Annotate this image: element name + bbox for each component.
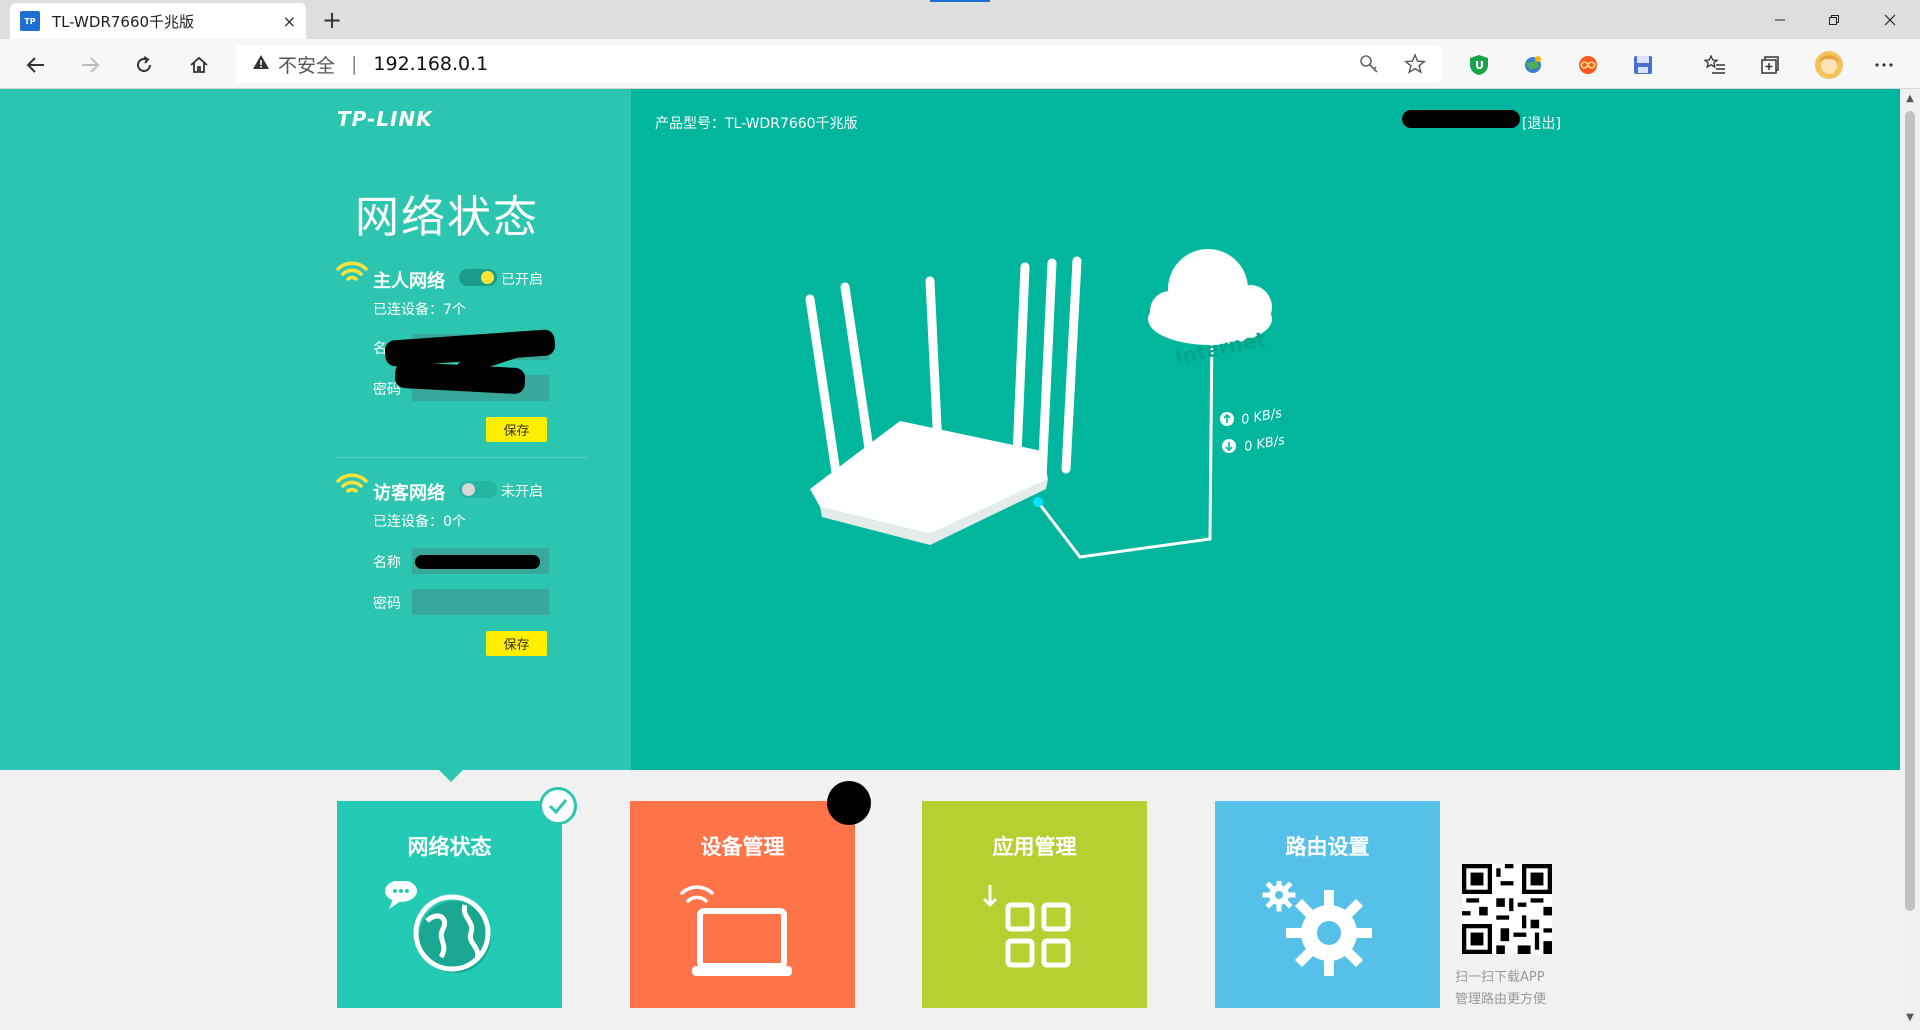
router-body bbox=[810, 421, 1048, 545]
profile-avatar[interactable] bbox=[1814, 50, 1844, 80]
main-network-toggle[interactable] bbox=[459, 269, 497, 286]
wifi-icon bbox=[336, 473, 368, 493]
download-speed-text: 0 KB/s bbox=[1243, 433, 1286, 455]
main-network-block: 主人网络 已开启 已连设备：7个 名称 密码 保存 bbox=[335, 257, 595, 447]
tplink-logo: TP-LINK bbox=[337, 107, 433, 131]
close-tab-icon[interactable]: × bbox=[283, 12, 296, 31]
logout-link[interactable]: [退出] bbox=[1522, 113, 1561, 133]
restore-button[interactable] bbox=[1806, 0, 1862, 39]
upload-speed-text: 0 KB/s bbox=[1240, 406, 1283, 428]
favorites-list-icon[interactable] bbox=[1704, 54, 1726, 76]
security-label: 不安全 bbox=[278, 54, 336, 77]
app-download-qr-code[interactable] bbox=[1462, 864, 1552, 954]
router-admin-page: TP-LINK 网络状态 主人网络 已开启 已连设备：7个 名称 密码 bbox=[0, 89, 1900, 1030]
guest-network-name: 访客网络 bbox=[373, 483, 445, 504]
loading-indicator bbox=[930, 0, 990, 2]
tile-label: 设备管理 bbox=[700, 835, 785, 859]
guest-save-button[interactable]: 保存 bbox=[486, 631, 547, 656]
tile-label: 应用管理 bbox=[992, 835, 1077, 859]
main-network-state: 已开启 bbox=[501, 272, 543, 288]
url-text[interactable]: 192.168.0.1 bbox=[373, 53, 488, 75]
laptop-wifi-icon bbox=[680, 885, 792, 976]
redacted-scribble bbox=[415, 555, 540, 569]
page-scrollbar[interactable]: ▲ ▼ bbox=[1900, 89, 1920, 1030]
globe-extension-icon[interactable] bbox=[1522, 54, 1544, 76]
tile-app-management[interactable]: 应用管理 bbox=[922, 801, 1147, 1008]
upload-speed: 0 KB/s bbox=[1220, 406, 1283, 428]
tplink-favicon-icon: TP bbox=[20, 11, 40, 31]
download-speed: 0 KB/s bbox=[1222, 433, 1286, 455]
tile-device-management[interactable]: 设备管理 bbox=[630, 801, 855, 1008]
toggle-knob bbox=[462, 483, 475, 496]
guest-network-toggle[interactable] bbox=[459, 481, 497, 498]
main-connected-count: 已连设备：7个 bbox=[373, 302, 466, 318]
svg-text:U: U bbox=[1475, 59, 1484, 72]
guest-name-label: 名称 bbox=[373, 555, 401, 571]
tile-router-settings[interactable]: 路由设置 bbox=[1215, 801, 1440, 1008]
tab-title: TL-WDR7660千兆版 bbox=[52, 12, 195, 31]
guest-network-state: 未开启 bbox=[501, 484, 543, 500]
guest-connected-count: 已连设备：0个 bbox=[373, 514, 466, 530]
tile-label: 路由设置 bbox=[1285, 835, 1370, 859]
qr-caption-line1: 扫一扫下载APP bbox=[1455, 970, 1545, 985]
cable-port bbox=[1033, 497, 1043, 507]
save-extension-icon[interactable] bbox=[1632, 54, 1654, 76]
internet-cloud-icon: Internet bbox=[1148, 249, 1272, 369]
globe-chat-icon bbox=[385, 881, 491, 973]
close-window-button[interactable] bbox=[1862, 0, 1918, 39]
collections-icon[interactable] bbox=[1759, 54, 1781, 76]
status-area: TP-LINK 网络状态 主人网络 已开启 已连设备：7个 名称 密码 bbox=[0, 89, 1900, 770]
scroll-up-icon[interactable]: ▲ bbox=[1903, 93, 1917, 107]
infinity-extension-icon[interactable] bbox=[1577, 54, 1599, 76]
toggle-knob bbox=[481, 271, 494, 284]
forward-button[interactable] bbox=[72, 47, 108, 83]
gears-icon bbox=[1262, 881, 1372, 976]
key-icon[interactable] bbox=[1359, 54, 1379, 78]
browser-tab[interactable]: TP TL-WDR7660千兆版 × bbox=[10, 3, 306, 39]
apps-grid-icon bbox=[982, 885, 1071, 968]
scroll-down-icon[interactable]: ▼ bbox=[1903, 1012, 1917, 1026]
wifi-icon bbox=[336, 261, 368, 281]
network-panel: TP-LINK 网络状态 主人网络 已开启 已连设备：7个 名称 密码 bbox=[0, 89, 631, 770]
qr-caption-line2: 管理路由更方便 bbox=[1455, 992, 1547, 1007]
selected-check-icon bbox=[539, 787, 577, 825]
panel-title: 网络状态 bbox=[355, 192, 539, 243]
shield-extension-icon[interactable]: U bbox=[1468, 54, 1490, 76]
more-menu-icon[interactable] bbox=[1873, 54, 1895, 76]
qr-caption: 扫一扫下载APP 管理路由更方便 bbox=[1455, 967, 1575, 1011]
product-model: 产品型号：TL-WDR7660千兆版 bbox=[655, 116, 858, 132]
guest-password-label: 密码 bbox=[373, 596, 401, 612]
tab-bar: TP TL-WDR7660千兆版 × + bbox=[0, 0, 1920, 39]
main-network-name: 主人网络 bbox=[373, 271, 445, 292]
redacted-username bbox=[1402, 110, 1520, 128]
divider bbox=[337, 457, 587, 458]
back-button[interactable] bbox=[18, 47, 54, 83]
home-button[interactable] bbox=[181, 47, 217, 83]
scroll-thumb[interactable] bbox=[1905, 111, 1915, 911]
minimize-button[interactable] bbox=[1752, 0, 1808, 39]
tile-label: 网络状态 bbox=[407, 835, 492, 859]
address-bar[interactable]: 不安全 | 192.168.0.1 bbox=[236, 45, 1441, 83]
browser-toolbar: 不安全 | 192.168.0.1 U bbox=[0, 39, 1920, 89]
warning-icon bbox=[252, 54, 270, 74]
refresh-button[interactable] bbox=[126, 47, 162, 83]
main-save-button[interactable]: 保存 bbox=[486, 417, 547, 442]
favorite-star-icon[interactable] bbox=[1403, 53, 1427, 79]
address-separator: | bbox=[351, 53, 358, 75]
active-tile-pointer bbox=[439, 770, 463, 782]
guest-network-block: 访客网络 未开启 已连设备：0个 名称 密码 保存 bbox=[335, 469, 595, 659]
tile-network-status[interactable]: 网络状态 bbox=[337, 801, 562, 1008]
router-internet-diagram: Internet 0 KB/s 0 KB/s bbox=[805, 249, 1286, 559]
redacted-badge bbox=[827, 781, 871, 825]
guest-password-input[interactable] bbox=[412, 589, 549, 615]
new-tab-button[interactable]: + bbox=[316, 4, 348, 36]
